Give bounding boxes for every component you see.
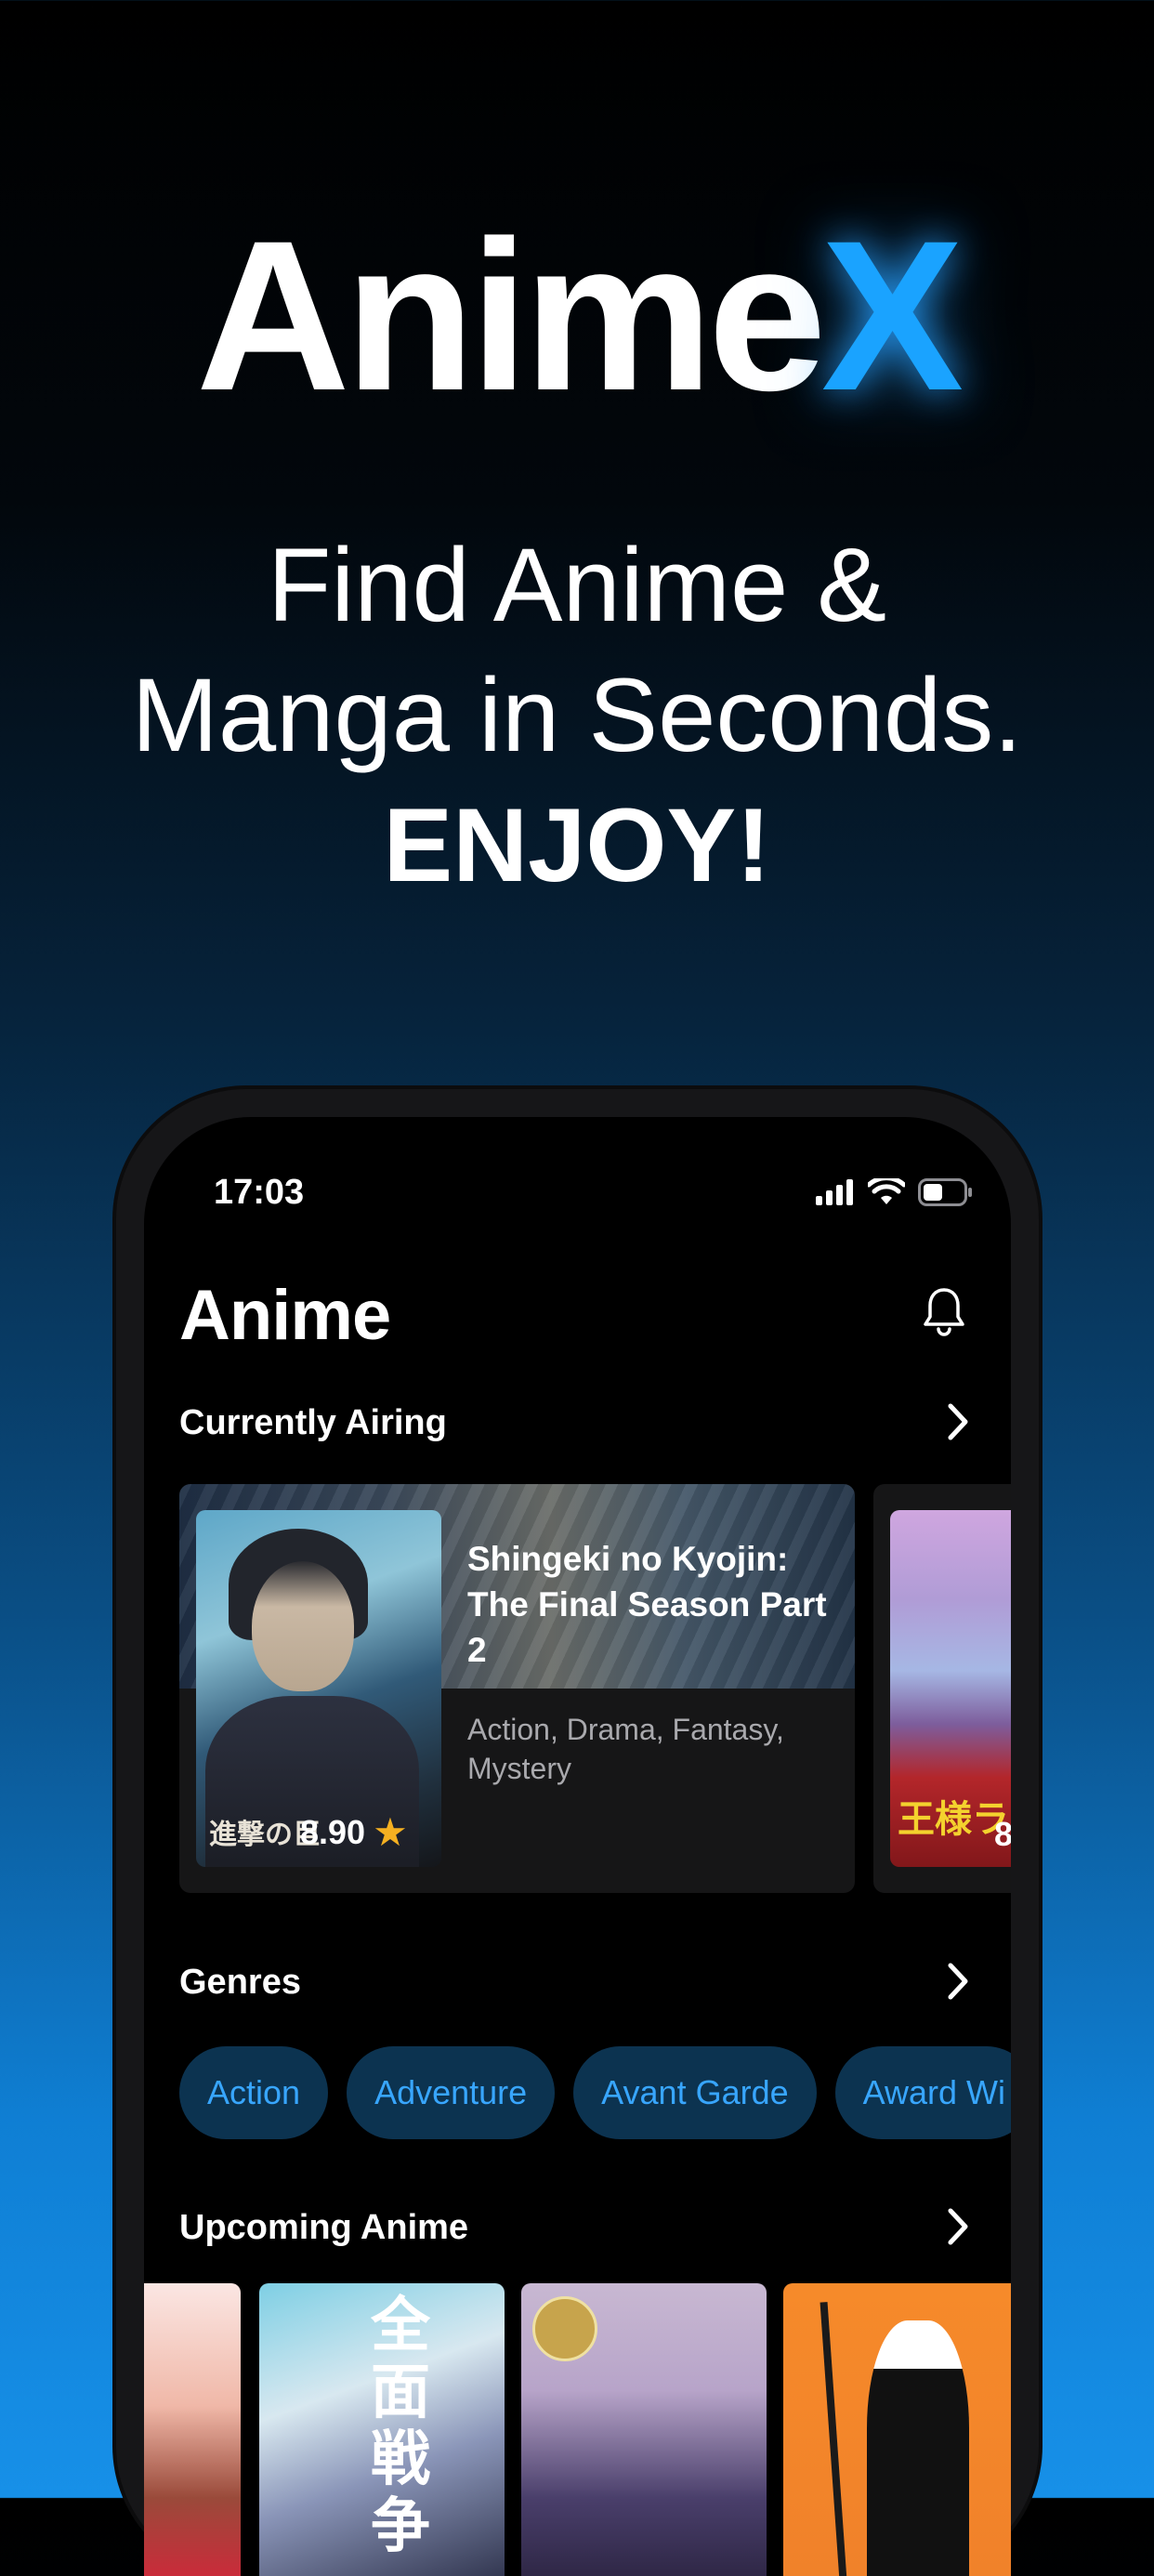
genre-chip-adventure[interactable]: Adventure [347, 2046, 556, 2139]
genre-chip-award-winning[interactable]: Award Wi [834, 2046, 1011, 2139]
upcoming-poster[interactable] [144, 2283, 241, 2576]
logo-main: Anime [195, 196, 827, 435]
poster-seal [532, 2296, 597, 2361]
bell-icon[interactable] [922, 1286, 966, 1338]
chevron-right-icon[interactable] [944, 2206, 972, 2247]
poster-logo-text: 全面戦争 [371, 2292, 430, 2561]
battery-icon [918, 1178, 972, 1206]
logo-accent: X [820, 196, 964, 435]
chevron-right-icon[interactable] [944, 1961, 972, 2002]
genre-chip-avant-garde[interactable]: Avant Garde [573, 2046, 817, 2139]
section-heading-genres: Genres [179, 1963, 301, 2002]
upcoming-poster[interactable] [521, 2283, 767, 2576]
section-heading-currently-airing: Currently Airing [179, 1403, 447, 1442]
section-heading-upcoming-anime: Upcoming Anime [179, 2208, 469, 2247]
page-title: Anime [179, 1276, 391, 1355]
anime-genres: Action, Drama, Fantasy, Mystery [467, 1713, 784, 1785]
score-badge: 8.90 ★ [300, 1813, 408, 1852]
status-time: 17:03 [214, 1173, 305, 1212]
airing-poster: 王様ラ 8 [890, 1510, 1011, 1867]
tagline-emphasis: ENJOY! [383, 787, 771, 903]
wifi-icon [868, 1178, 905, 1204]
upcoming-poster[interactable] [783, 2283, 1011, 2576]
tagline: Find Anime & Manga in Seconds. ENJOY! [0, 520, 1154, 911]
status-bar: 17:03 [144, 1173, 1011, 1219]
airing-card[interactable]: 王様ラ 8 [873, 1484, 1011, 1893]
star-icon: ★ [373, 1810, 408, 1854]
signal-icon [816, 1179, 853, 1205]
phone-frame: 17:03 Anime Currently Airing 進撃の巨 8.90 ★… [116, 1089, 1039, 2576]
poster-logo-text: 王様ラ [898, 1798, 1009, 1841]
airing-card[interactable]: 進撃の巨 8.90 ★ Shingeki no Kyojin: The Fina… [179, 1484, 855, 1893]
tagline-line-2: Manga in Seconds. [131, 657, 1023, 773]
chevron-right-icon[interactable] [944, 1401, 972, 1442]
upcoming-poster[interactable]: 全面戦争 [259, 2283, 505, 2576]
phone-screen: 17:03 Anime Currently Airing 進撃の巨 8.90 ★… [144, 1117, 1011, 2576]
score-value: 8 [994, 1815, 1011, 1853]
genre-chip-list: Action Adventure Avant Garde Award Wi [179, 2046, 1011, 2139]
airing-poster: 進撃の巨 8.90 ★ [196, 1510, 441, 1867]
app-logo: AnimeX [0, 209, 1154, 423]
anime-title: Shingeki no Kyojin: The Final Season Par… [467, 1540, 827, 1669]
genre-chip-action[interactable]: Action [179, 2046, 329, 2139]
score-value: 8.90 [300, 1813, 366, 1851]
tagline-line-1: Find Anime & [267, 527, 887, 643]
